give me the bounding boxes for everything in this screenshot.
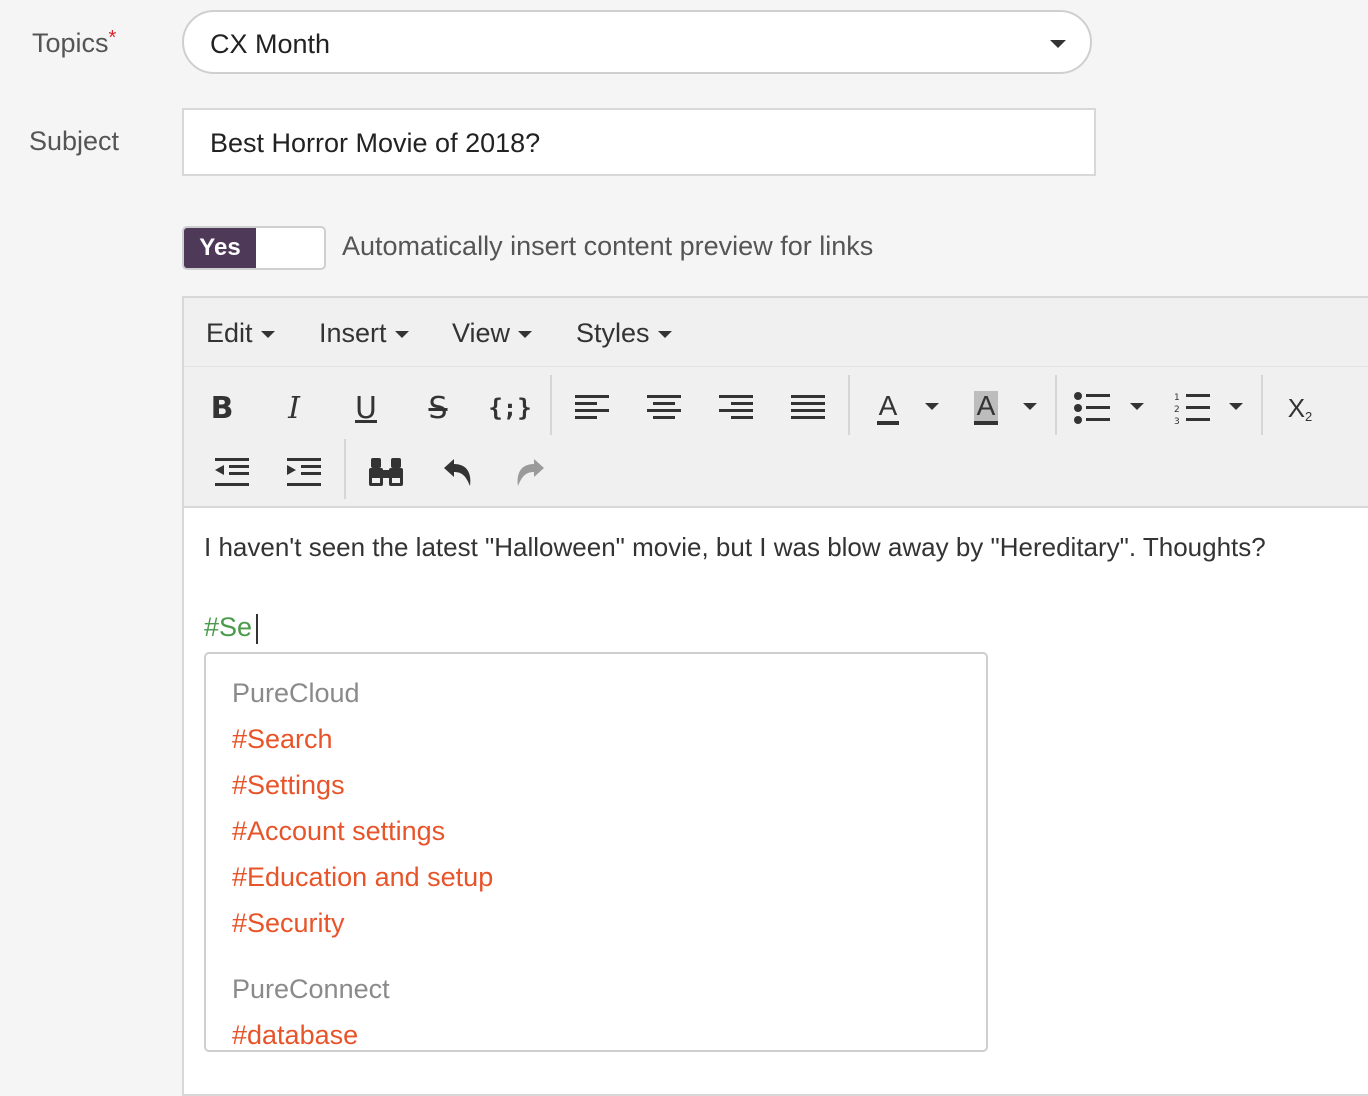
- suggestion-item[interactable]: #Education and setup: [232, 862, 493, 893]
- hashtag-suggestions: PureCloud #Search #Settings #Account set…: [204, 652, 988, 1052]
- menu-view[interactable]: View: [452, 318, 533, 349]
- chevron-down-icon[interactable]: [1229, 403, 1243, 410]
- subject-value: Best Horror Movie of 2018?: [210, 128, 541, 158]
- suggestion-item[interactable]: #Search: [232, 724, 333, 755]
- menu-styles[interactable]: Styles: [576, 318, 672, 349]
- toolbar-separator: [848, 375, 850, 435]
- indent-icon[interactable]: [284, 452, 324, 492]
- subscript-icon[interactable]: X2: [1280, 388, 1320, 428]
- suggestion-group-purecloud: PureCloud: [232, 678, 360, 708]
- menu-edit[interactable]: Edit: [206, 318, 275, 349]
- typed-hashtag: #Se: [204, 612, 253, 642]
- align-center-icon[interactable]: [644, 388, 684, 428]
- suggestion-item[interactable]: #Settings: [232, 770, 345, 801]
- strikethrough-icon[interactable]: S: [418, 388, 458, 428]
- bullet-list-icon[interactable]: [1072, 388, 1112, 428]
- suggestion-item[interactable]: #database: [232, 1020, 358, 1051]
- editor-menubar: Edit Insert View Styles: [184, 298, 1368, 367]
- background-color-icon[interactable]: A: [966, 388, 1006, 428]
- menu-edit-label: Edit: [206, 318, 253, 348]
- bold-icon[interactable]: B: [202, 388, 242, 428]
- subject-label: Subject: [29, 126, 120, 156]
- menu-styles-label: Styles: [576, 318, 650, 348]
- subject-input[interactable]: Best Horror Movie of 2018?: [182, 108, 1096, 176]
- find-icon[interactable]: [366, 452, 406, 492]
- menu-insert-label: Insert: [319, 318, 387, 348]
- toolbar-separator: [1261, 375, 1263, 435]
- link-preview-toggle[interactable]: Yes: [182, 226, 326, 270]
- suggestion-item[interactable]: #Account settings: [232, 816, 445, 847]
- svg-text:2: 2: [1174, 405, 1180, 415]
- chevron-down-icon[interactable]: [1130, 403, 1144, 410]
- svg-text:1: 1: [1174, 393, 1180, 403]
- align-right-icon[interactable]: [716, 388, 756, 428]
- chevron-down-icon: [657, 331, 672, 338]
- topics-value: CX Month: [210, 29, 331, 59]
- chevron-down-icon: [1050, 40, 1066, 48]
- chevron-down-icon: [394, 331, 409, 338]
- svg-text:3: 3: [1174, 417, 1180, 425]
- link-preview-label: Automatically insert content preview for…: [342, 231, 874, 261]
- chevron-down-icon: [518, 331, 533, 338]
- required-mark: *: [108, 27, 117, 49]
- menu-insert[interactable]: Insert: [319, 318, 409, 349]
- underline-icon[interactable]: U: [346, 388, 386, 428]
- align-justify-icon[interactable]: [788, 388, 828, 428]
- chevron-down-icon[interactable]: [1023, 403, 1037, 410]
- chevron-down-icon[interactable]: [925, 403, 939, 410]
- text-cursor: [256, 614, 258, 644]
- toolbar-separator: [1055, 375, 1057, 435]
- toolbar-separator: [550, 375, 552, 435]
- suggestion-item[interactable]: #Security: [232, 908, 345, 939]
- editor-toolbar: B I U S {;} A A 1 2 3 X 2: [184, 367, 1368, 508]
- redo-icon[interactable]: [510, 452, 550, 492]
- toolbar-separator: [344, 439, 346, 499]
- topics-select[interactable]: CX Month: [182, 10, 1092, 74]
- editor-content[interactable]: I haven't seen the latest "Halloween" mo…: [204, 532, 1266, 563]
- toggle-on-label: Yes: [184, 228, 256, 268]
- outdent-icon[interactable]: [212, 452, 252, 492]
- chevron-down-icon: [260, 331, 275, 338]
- numbered-list-icon[interactable]: 1 2 3: [1172, 388, 1212, 428]
- menu-view-label: View: [452, 318, 511, 348]
- suggestion-group-pureconnect: PureConnect: [232, 974, 390, 1004]
- text-color-icon[interactable]: A: [868, 388, 908, 428]
- undo-icon[interactable]: [438, 452, 478, 492]
- align-left-icon[interactable]: [572, 388, 612, 428]
- code-icon[interactable]: {;}: [488, 388, 531, 428]
- topics-label-text: Topics: [32, 28, 109, 58]
- topics-label: Topics*: [32, 27, 117, 59]
- italic-icon[interactable]: I: [274, 388, 314, 428]
